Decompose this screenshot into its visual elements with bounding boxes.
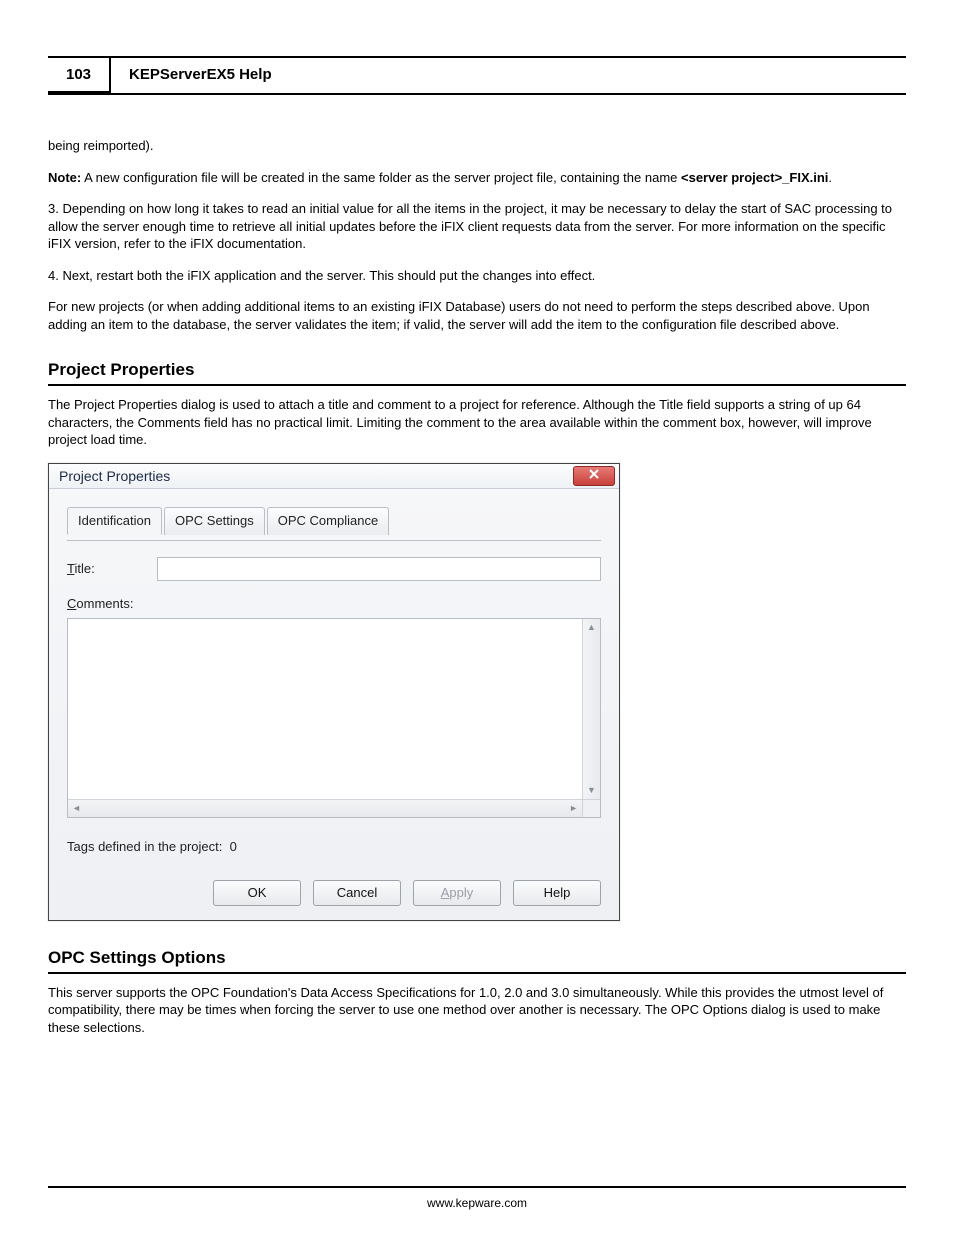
project-properties-description: The Project Properties dialog is used to…: [48, 396, 906, 449]
step-3: 3. Depending on how long it takes to rea…: [48, 200, 906, 253]
close-icon: [588, 467, 600, 485]
step-4: 4. Next, restart both the iFIX applicati…: [48, 267, 906, 285]
scroll-up-icon: ▲: [587, 623, 596, 632]
dialog-screenshot: Project Properties Identification OPC Se…: [48, 463, 906, 921]
dialog-button-row: OK Cancel Apply Help: [67, 874, 601, 906]
scroll-left-icon: ◄: [72, 804, 81, 813]
opc-settings-description: This server supports the OPC Foundation'…: [48, 984, 906, 1037]
document-title: KEPServerEX5 Help: [111, 58, 906, 93]
comments-label: Comments:: [67, 595, 133, 613]
page-number: 103: [48, 58, 111, 93]
tab-underline: [67, 540, 601, 541]
heading-project-properties: Project Properties: [48, 359, 906, 386]
title-row: Title:: [67, 557, 601, 581]
note-label: Note:: [48, 170, 81, 185]
tags-count: 0: [230, 839, 237, 854]
title-label: Title:: [67, 560, 157, 578]
body-content: being reimported). Note: A new configura…: [48, 137, 906, 1036]
footer-url: www.kepware.com: [48, 1188, 906, 1210]
dialog-titlebar: Project Properties: [49, 464, 619, 489]
tab-opc-compliance[interactable]: OPC Compliance: [267, 507, 389, 535]
tab-opc-settings[interactable]: OPC Settings: [164, 507, 265, 535]
heading-opc-settings-options: OPC Settings Options: [48, 947, 906, 974]
title-input[interactable]: [157, 557, 601, 581]
cancel-button[interactable]: Cancel: [313, 880, 401, 906]
dialog-title: Project Properties: [59, 467, 170, 486]
close-button[interactable]: [573, 466, 615, 486]
tags-label: Tags defined in the project:: [67, 839, 222, 854]
note-filename: <server project>_FIX.ini: [681, 170, 828, 185]
scroll-down-icon: ▼: [587, 786, 596, 795]
tab-strip: Identification OPC Settings OPC Complian…: [67, 507, 601, 535]
paragraph-continuation: being reimported).: [48, 137, 906, 155]
tab-identification[interactable]: Identification: [67, 507, 162, 535]
tags-defined-row: Tags defined in the project: 0: [67, 838, 601, 856]
project-properties-dialog: Project Properties Identification OPC Se…: [48, 463, 620, 921]
horizontal-scrollbar[interactable]: ◄ ►: [68, 799, 582, 817]
note-text: A new configuration file will be created…: [81, 170, 681, 185]
scroll-corner: [582, 799, 600, 817]
comments-label-row: Comments:: [67, 595, 601, 613]
comments-textarea[interactable]: ▲ ▼ ◄ ►: [67, 618, 601, 818]
ok-button[interactable]: OK: [213, 880, 301, 906]
new-projects-paragraph: For new projects (or when adding additio…: [48, 298, 906, 333]
note-period: .: [828, 170, 832, 185]
help-button[interactable]: Help: [513, 880, 601, 906]
apply-button[interactable]: Apply: [413, 880, 501, 906]
note-paragraph: Note: A new configuration file will be c…: [48, 169, 906, 187]
dialog-body: Identification OPC Settings OPC Complian…: [49, 489, 619, 920]
page-header: 103 KEPServerEX5 Help: [48, 56, 906, 95]
vertical-scrollbar[interactable]: ▲ ▼: [582, 619, 600, 799]
scroll-right-icon: ►: [569, 804, 578, 813]
